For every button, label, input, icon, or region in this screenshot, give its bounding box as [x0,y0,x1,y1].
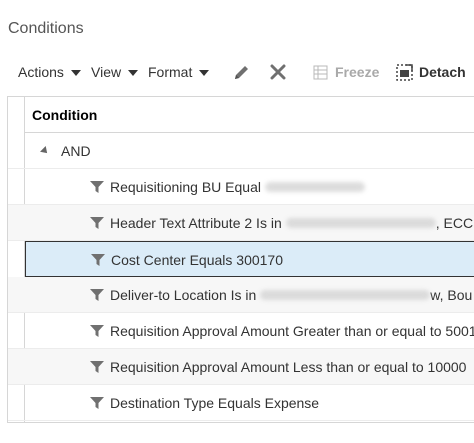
condition-text-suffix: , ECC, [435,215,474,231]
view-menu[interactable]: View [91,58,139,86]
redacted-value [285,218,436,228]
detach-icon [396,63,413,81]
condition-cell: Destination Type Equals Expense [89,385,319,421]
column-header-condition[interactable]: Condition [25,97,474,133]
condition-row[interactable]: Deliver-to Location Is in w, Bou [8,277,474,313]
format-menu-label: Format [148,64,193,80]
condition-cell: Requisitioning BU Equal [89,169,365,205]
condition-cell: Cost Center Equals 300170 [90,242,283,278]
and-group-row[interactable]: AND [8,133,474,169]
format-menu[interactable]: Format [148,58,210,86]
freeze-label: Freeze [335,64,380,80]
filter-funnel-icon [89,287,105,303]
filter-funnel-icon [89,359,105,375]
condition-cell: Header Text Attribute 2 Is in , ECC, [89,205,474,241]
actions-menu[interactable]: Actions [18,58,81,86]
detach-label: Detach [419,64,466,80]
condition-cell: Requisition Approval Amount Greater than… [89,313,474,349]
delete-button[interactable] [268,58,288,86]
condition-text: Header Text Attribute 2 Is in [110,215,282,231]
condition-row[interactable]: Requisition Approval Amount Greater than… [8,313,474,349]
condition-text: Requisitioning BU Equal [110,179,261,195]
pencil-icon [235,66,248,79]
filter-funnel-icon [90,252,106,268]
condition-text: Destination Type Equals Expense [110,395,320,411]
condition-row-selected[interactable]: Cost Center Equals 300170 [25,241,474,277]
condition-row[interactable]: Requisition Approval Amount Less than or… [8,349,474,385]
condition-cell: Requisition Approval Amount Less than or… [89,349,466,385]
conditions-table: Condition AND Requisitioning BU Equal He… [7,96,474,423]
detach-button[interactable]: Detach [396,58,466,86]
condition-text-suffix: w, Bou [430,287,473,303]
caret-down-icon [70,69,81,76]
filter-funnel-icon [89,179,105,195]
collapse-triangle-icon[interactable] [40,146,50,156]
view-menu-label: View [91,64,122,80]
condition-cell: Deliver-to Location Is in w, Bou [89,277,472,313]
actions-menu-label: Actions [18,64,64,80]
condition-text: Requisition Approval Amount Less than or… [110,359,467,375]
condition-row[interactable]: Header Text Attribute 2 Is in , ECC, [8,205,474,241]
redacted-value [264,182,365,192]
freeze-button[interactable]: Freeze [313,58,379,86]
condition-text: Cost Center Equals 300170 [111,252,283,268]
toolbar: Actions View Format Freeze Detach [0,58,474,86]
and-group-cell: AND [40,133,91,169]
condition-text: Deliver-to Location Is in [110,287,257,303]
close-x-icon [270,64,286,80]
caret-down-icon [199,69,210,76]
freeze-icon [313,65,328,79]
filter-funnel-icon [89,395,105,411]
page-title: Conditions [8,20,84,37]
condition-text: Requisition Approval Amount Greater than… [110,323,474,339]
condition-row[interactable]: Destination Type Equals Expense [8,385,474,421]
edit-button[interactable] [232,58,252,86]
filter-funnel-icon [89,323,105,339]
filter-funnel-icon [89,215,105,231]
caret-down-icon [128,69,139,76]
and-group-label: AND [61,143,91,159]
condition-row[interactable]: Requisitioning BU Equal [8,169,474,205]
column-header-label: Condition [32,106,98,123]
redacted-value [260,290,431,300]
